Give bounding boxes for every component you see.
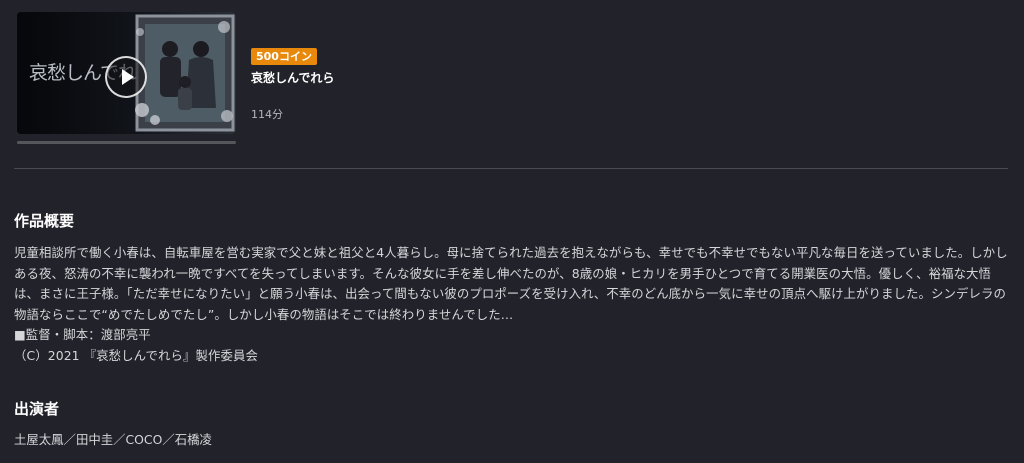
thumbnail-container[interactable]: 哀愁しんでれ xyxy=(17,12,236,144)
cast-list: 土屋太鳳／田中圭／COCO／石橋凌 xyxy=(14,432,212,447)
episode-card[interactable]: 哀愁しんでれ 500コイン 哀愁しんでれら 114分 xyxy=(17,12,334,144)
section-divider xyxy=(14,168,1008,169)
episode-info[interactable]: 500コイン 哀愁しんでれら 114分 xyxy=(251,12,334,144)
overview-body: 児童相談所で働く小春は、自転車屋を営む実家で父と妹と祖父と4人暮らし。母に捨てら… xyxy=(14,243,1010,366)
episode-thumbnail[interactable]: 哀愁しんでれ xyxy=(17,12,236,134)
overview-heading: 作品概要 xyxy=(14,212,75,230)
play-icon xyxy=(122,69,134,85)
play-button[interactable] xyxy=(105,56,147,98)
director-credit: ■監督・脚本：渡部亮平 xyxy=(14,327,151,342)
watch-progress-bar xyxy=(17,141,236,144)
synopsis-text: 児童相談所で働く小春は、自転車屋を営む実家で父と妹と祖父と4人暮らし。母に捨てら… xyxy=(14,245,1008,322)
copyright-text: （C）2021 『哀愁しんでれら』製作委員会 xyxy=(14,347,258,363)
episode-duration: 114分 xyxy=(251,108,283,121)
price-badge: 500コイン xyxy=(251,48,317,65)
episode-title[interactable]: 哀愁しんでれら xyxy=(251,69,334,86)
cast-heading: 出演者 xyxy=(14,400,60,418)
page: 哀愁しんでれ 500コイン 哀愁しんでれら 114分 作品概要 児童相談所で働く… xyxy=(0,0,1024,463)
